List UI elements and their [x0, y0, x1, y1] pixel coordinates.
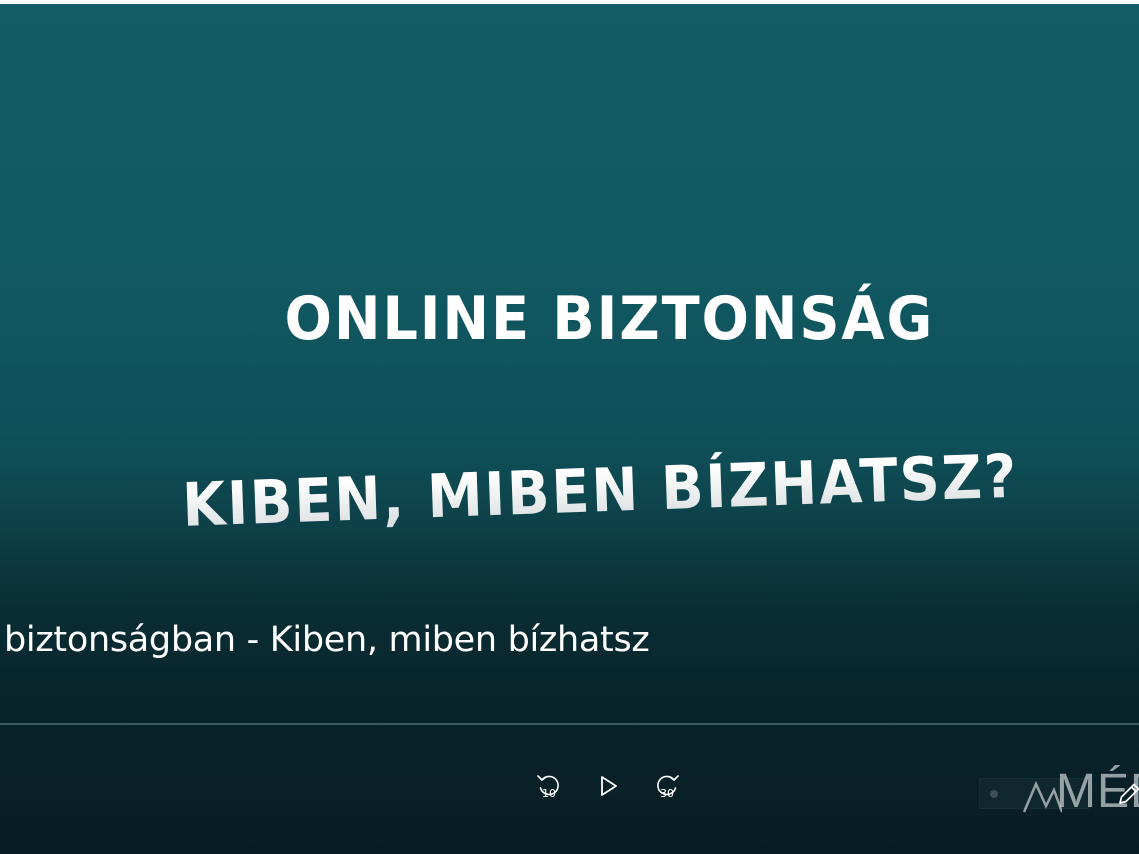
play-icon — [601, 776, 617, 796]
forward-seconds-label: 30 — [660, 787, 674, 800]
forward-30-button[interactable]: 30 — [649, 768, 685, 804]
rewind-10-button[interactable]: 10 — [531, 768, 567, 804]
video-player[interactable]: ONLINE BIZTONSÁG KIBEN, MIBEN BÍZHATSZ? … — [0, 4, 1139, 854]
progress-bar[interactable] — [0, 723, 1139, 725]
rewind-seconds-label: 10 — [542, 787, 556, 800]
video-title: biztonságban - Kiben, miben bízhatsz — [4, 620, 650, 660]
pencil-icon — [1119, 783, 1139, 804]
playback-controls: 10 30 — [0, 768, 1139, 808]
slide-title-line-2: KIBEN, MIBEN BÍZHATSZ? — [42, 439, 1103, 546]
chip-dot-icon — [990, 790, 998, 798]
play-button[interactable] — [590, 768, 626, 804]
slide-title-line-1: ONLINE BIZTONSÁG — [284, 284, 935, 354]
edit-button[interactable] — [1114, 779, 1139, 807]
